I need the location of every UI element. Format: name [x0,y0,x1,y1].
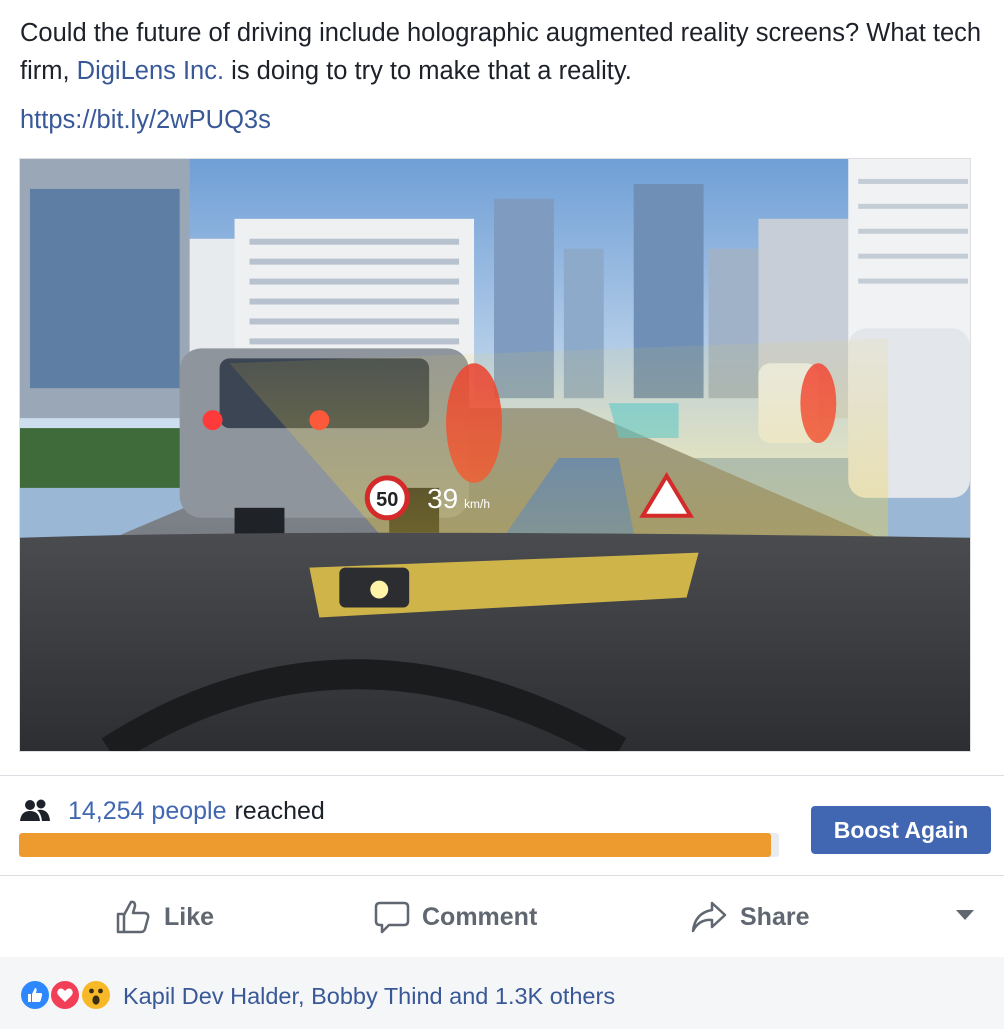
divider [0,775,1004,776]
comment-bubble-icon [374,901,410,934]
people-icon [20,799,50,823]
speed-unit: km/h [464,497,490,511]
reach-count-link[interactable]: 14,254 people [68,797,226,826]
reach-summary: 14,254 people reached [20,796,325,826]
reactors-summary-link[interactable]: Kapil Dev Halder, Bobby Thind and 1.3K o… [123,980,615,1012]
wow-icon [80,979,112,1011]
comment-label: Comment [422,902,538,931]
mention-link[interactable]: DigiLens Inc. [77,57,224,85]
ar-dashboard-illustration: 50 39 km/h [20,159,970,751]
reaction-icons[interactable] [19,979,119,1013]
post-text-after: is doing to try to make that a reality. [224,57,632,85]
post-text: Could the future of driving include holo… [20,14,995,90]
speed-readout: 39 [427,483,458,514]
thumbs-up-icon [116,900,150,934]
reach-progress-bar [19,833,779,857]
like-button[interactable]: Like [114,893,214,941]
like-label: Like [164,902,215,931]
post-image[interactable]: 50 39 km/h [19,158,971,752]
love-icon [49,979,81,1011]
divider [0,875,1004,876]
reach-label: reached [234,796,325,825]
share-button[interactable]: Share [690,893,809,941]
like-icon [19,979,51,1011]
share-label: Share [740,902,810,931]
post-url-link[interactable]: https://bit.ly/2wPUQ3s [20,100,271,140]
share-arrow-icon [691,901,727,933]
boost-again-button[interactable]: Boost Again [811,806,991,854]
chevron-down-icon[interactable] [956,910,974,920]
comment-button[interactable]: Comment [374,893,537,941]
speed-limit-sign: 50 [376,489,398,511]
reach-progress-fill [19,833,772,857]
